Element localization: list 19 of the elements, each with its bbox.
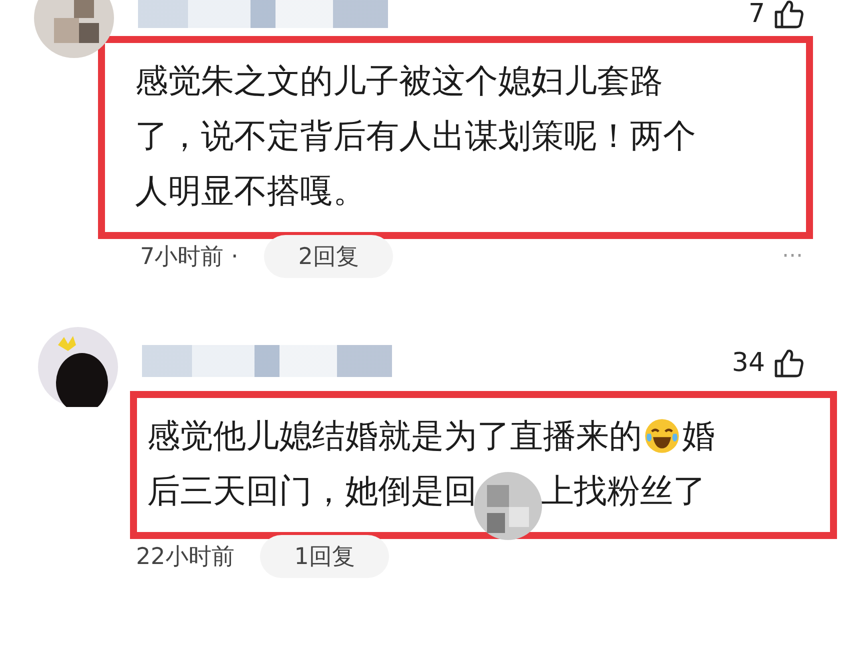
avatar[interactable]	[34, 0, 114, 58]
reply-count-button[interactable]: 1回复	[260, 534, 389, 578]
thumbs-up-icon[interactable]	[773, 0, 805, 30]
laughing-emoji-icon	[644, 418, 680, 454]
like-count: 7	[748, 0, 765, 29]
timestamp: 22小时前	[136, 542, 234, 572]
comment-text: 了，说不定背后有人出谋划策呢！两个	[135, 115, 696, 157]
comment-text: 后三天回门，她倒是回	[147, 470, 477, 512]
reply-count-button[interactable]: 2回复	[264, 234, 393, 278]
timestamp: 7小时前 ·	[140, 242, 238, 272]
comment-text: 感觉朱之文的儿子被这个媳妇儿套路	[135, 60, 663, 102]
like-count: 34	[732, 348, 765, 378]
thumbs-up-icon[interactable]	[773, 347, 805, 379]
blurred-sticker	[473, 471, 543, 541]
comment-text: 人明显不搭嘎。	[135, 170, 366, 212]
comment-text: 感觉他儿媳结婚就是为了直播来的	[147, 415, 642, 457]
comment-text: 上找粉丝了	[541, 470, 706, 512]
avatar[interactable]	[38, 327, 118, 407]
comment-text: 婚	[682, 415, 715, 457]
